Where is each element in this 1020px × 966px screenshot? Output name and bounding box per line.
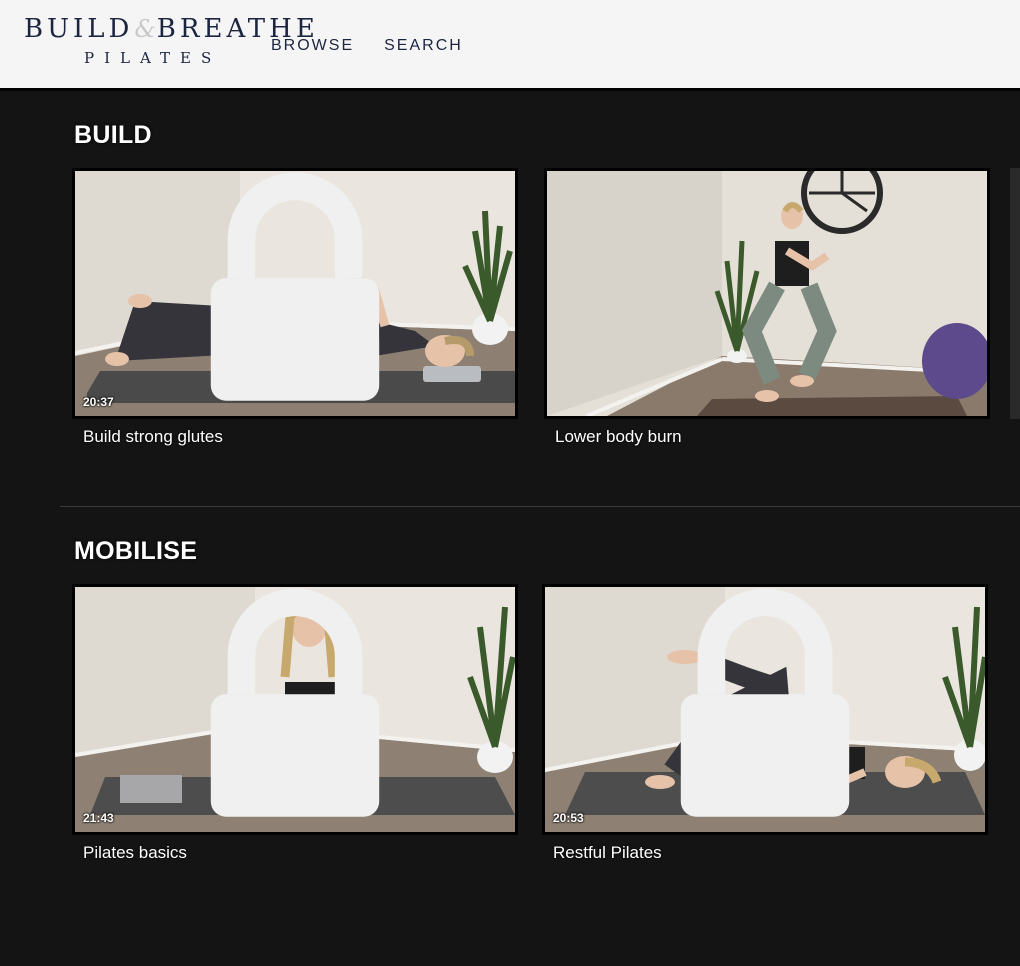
video-thumbnail[interactable]: 20:53 [542,584,988,835]
video-title[interactable]: Pilates basics [83,843,187,863]
section-title-mobilise: MOBILISE [74,537,198,565]
logo-subtitle: PILATES [84,49,222,67]
video-title[interactable]: Build strong glutes [83,427,223,447]
lock-icon [680,588,850,817]
video-thumbnail[interactable]: 21:43 [72,584,518,835]
nav-search-link[interactable]: SEARCH [384,37,463,55]
video-card-build-strong-glutes[interactable]: 20:37 Build strong glutes [72,168,518,446]
logo-word-build: BUILD [24,14,134,44]
next-card-edge [1010,168,1020,419]
video-thumbnail[interactable] [544,168,990,419]
nav-browse-link[interactable]: BROWSE [271,37,354,55]
logo-ampersand: & [134,15,156,43]
thumbnail-image [547,171,987,416]
section-title-build: BUILD [74,121,152,149]
video-thumbnail[interactable]: 20:37 [72,168,518,419]
video-card-restful-pilates[interactable]: 20:53 Restful Pilates [542,584,988,862]
section-divider [60,506,1020,507]
lock-icon [210,588,380,817]
lock-icon [210,172,380,401]
video-title[interactable]: Restful Pilates [553,843,662,863]
top-navigation-bar: BUILD & BREATHE PILATES BROWSE SEARCH [0,0,1020,91]
main-nav: BROWSE SEARCH [271,37,463,55]
video-card-pilates-basics[interactable]: 21:43 Pilates basics [72,584,518,862]
video-title[interactable]: Lower body burn [555,427,682,447]
video-card-lower-body-burn[interactable]: Lower body burn [544,168,990,446]
brand-logo[interactable]: BUILD & BREATHE PILATES [24,14,315,70]
